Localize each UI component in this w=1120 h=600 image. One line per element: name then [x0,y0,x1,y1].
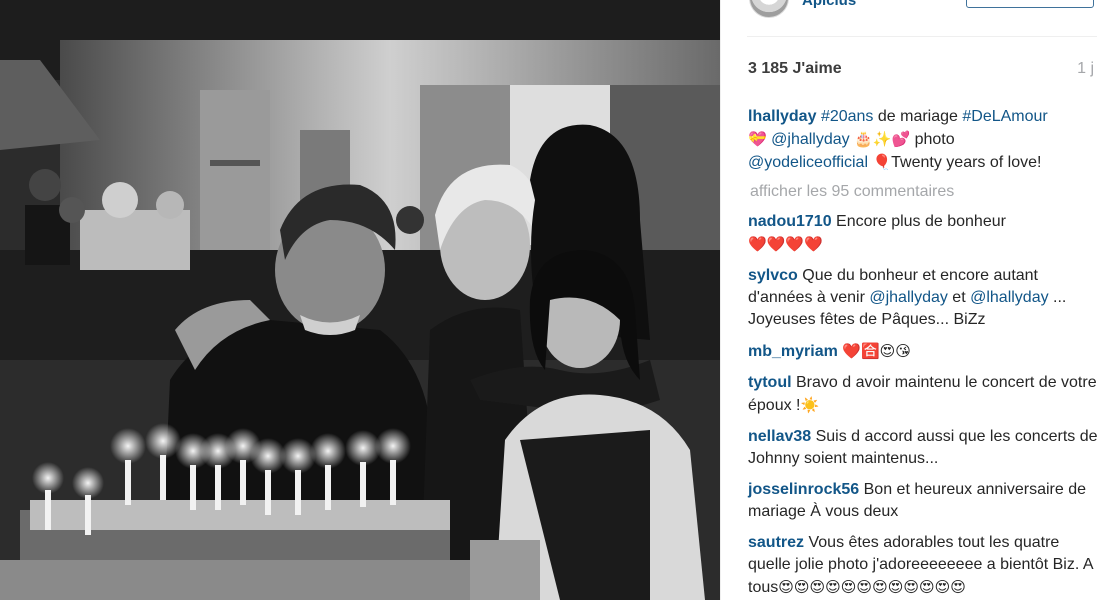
comment-text: et [947,289,971,306]
comment-item: nellav38 Suis d accord aussi que les con… [748,426,1100,470]
comment-user[interactable]: josselinrock56 [748,481,859,498]
comment-user[interactable]: sautrez [748,534,804,551]
photo-illustration [0,0,720,600]
caption-user[interactable]: lhallyday [748,108,816,125]
comment-item: nadou1710 Encore plus de bonheur ❤️❤️❤️❤… [748,211,1100,256]
caption-text: photo [910,131,955,148]
mention[interactable]: @lhallyday [970,289,1049,306]
show-more-comments[interactable]: afficher les 95 commentaires [750,181,1100,203]
divider [747,36,1097,37]
comment-text: Encore plus de bonheur [836,213,1006,230]
hashtag[interactable]: #20ans [821,108,874,125]
post-time[interactable]: 1 j [1077,60,1094,78]
follow-button[interactable] [966,0,1094,8]
avatar[interactable] [749,0,789,18]
comment-item: tytoul Bravo d avoir maintenu le concert… [748,372,1100,417]
hashtag[interactable]: #DeLAmour [962,108,1047,125]
emoji: 🎂✨💕 [854,130,911,148]
comment-list: lhallyday #20ans de mariage #DeLAmour 💝 … [748,106,1100,600]
comment-user[interactable]: nellav38 [748,428,811,445]
emoji: ❤️🈴😍😘 [842,342,911,360]
comment-item: sautrez Vous êtes adorables tout les qua… [748,532,1100,599]
comment-user[interactable]: mb_myriam [748,343,838,360]
comment-item: josselinrock56 Bon et heureux anniversai… [748,479,1100,523]
emoji: 🎈 [872,153,892,171]
emoji: 💝 [748,130,767,148]
likes-count[interactable]: 3 185 J'aime [748,60,842,77]
comment-item: mb_myriam ❤️🈴😍😘 [748,340,1100,363]
likes-row: 3 185 J'aime 1 j [748,60,1094,82]
caption-text: de mariage [873,108,963,125]
comment-item: sylvco Que du bonheur et encore autant d… [748,265,1100,331]
post-sidebar: Apicius 3 185 J'aime 1 j lhallyday #20an… [720,0,1120,600]
post-photo[interactable] [0,0,720,600]
comment-user[interactable]: sylvco [748,267,798,284]
comment-user[interactable]: tytoul [748,374,792,391]
mention[interactable]: @jhallyday [869,289,948,306]
mention[interactable]: @yodeliceofficial [748,154,868,171]
caption-text: Twenty years of love! [891,154,1042,171]
comment-user[interactable]: nadou1710 [748,213,832,230]
emoji: 😍😍😍😍😍😍😍😍😍😍😍😍 [778,578,966,596]
caption: lhallyday #20ans de mariage #DeLAmour 💝 … [748,106,1100,174]
emoji: ❤️❤️❤️❤️ [748,235,823,253]
emoji: ☀️ [800,396,820,414]
mention[interactable]: @jhallyday [771,131,850,148]
author-name[interactable]: Apicius [802,0,856,9]
